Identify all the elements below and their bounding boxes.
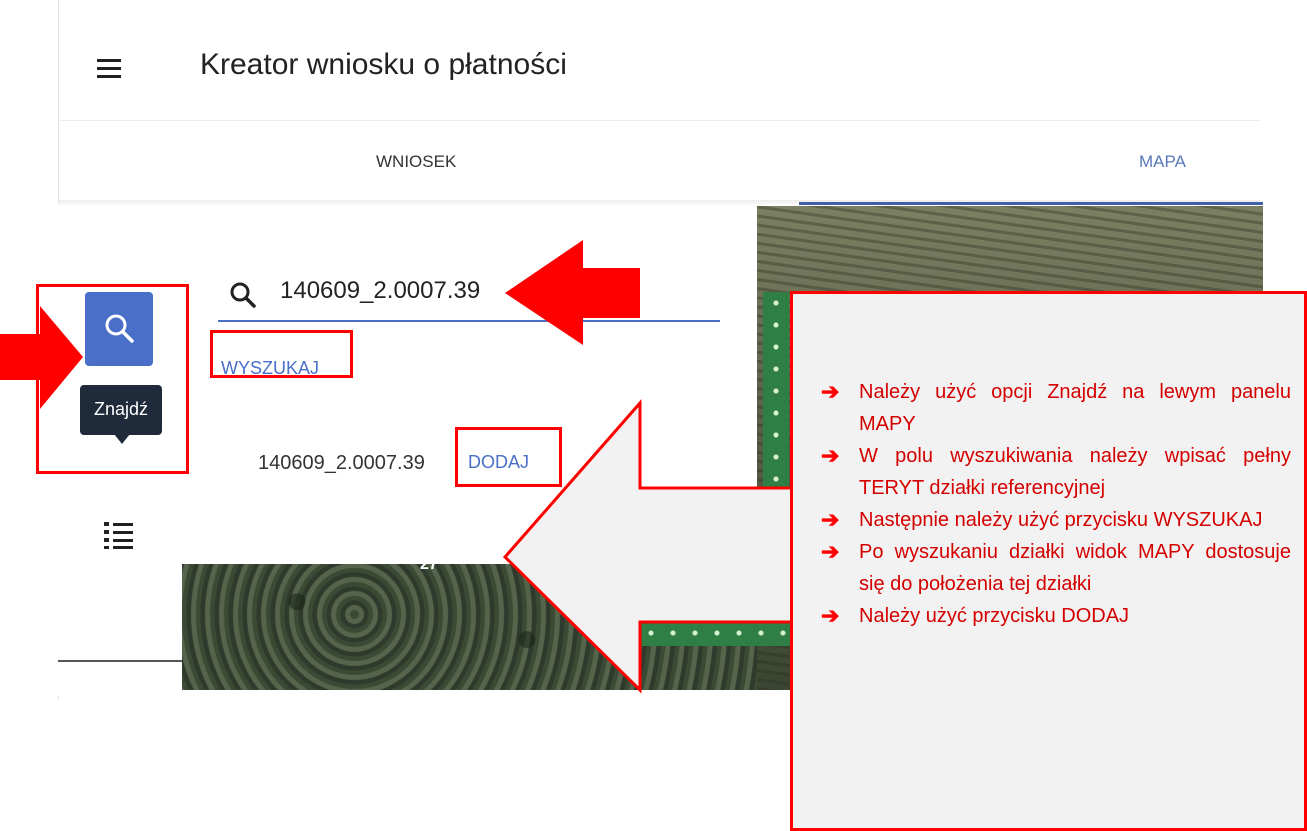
arrow-bullet-icon: ➔	[821, 443, 840, 468]
instruction-item: ➔ Po wyszukaniu działki widok MAPY dostos…	[821, 536, 1291, 600]
instruction-item: ➔ Należy użyć opcji Znajdź na lewym panel…	[821, 376, 1291, 440]
arrow-bullet-icon: ➔	[821, 379, 840, 404]
arrow-to-find-button	[0, 306, 83, 409]
instruction-item: ➔ Należy użyć przycisku DODAJ	[821, 600, 1291, 632]
callout-pointer-arrow	[502, 399, 794, 694]
instruction-item: ➔ W polu wyszukiwania należy wpisać pełny…	[821, 440, 1291, 504]
arrow-to-search-input	[505, 240, 640, 345]
arrow-bullet-icon: ➔	[821, 539, 840, 564]
instructions-list: ➔ Należy użyć opcji Znajdź na lewym panel…	[821, 376, 1291, 632]
instruction-item: ➔ Następnie należy użyć przycisku WYSZUKA…	[821, 504, 1291, 536]
arrow-bullet-icon: ➔	[821, 603, 840, 628]
arrow-bullet-icon: ➔	[821, 507, 840, 532]
instructions-callout: ➔ Należy użyć opcji Znajdź na lewym panel…	[790, 291, 1307, 831]
